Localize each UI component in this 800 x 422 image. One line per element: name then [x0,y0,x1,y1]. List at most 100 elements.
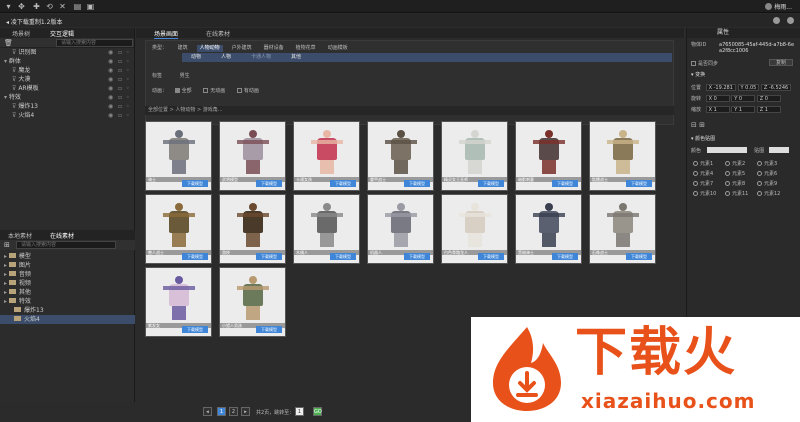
element-radio[interactable]: 元素12 [757,190,780,197]
subtype-chip[interactable]: 人物 [218,54,234,61]
eye-icon[interactable]: ◉ [108,57,113,66]
user-menu[interactable]: 梅雨... [765,2,792,11]
rot-x-input[interactable]: X 0 [705,95,730,102]
type-chip[interactable]: 器材设备 [261,45,287,52]
move-tool-icon[interactable]: ✥ [17,2,26,11]
anim-has[interactable]: 有动画 [236,88,259,94]
model-card[interactable]: 卡通女孩 下载模型 [293,121,360,191]
model-card[interactable]: 兽人战士 下载模型 [145,194,212,264]
model-thumbnail[interactable] [220,268,285,323]
download-model-button[interactable]: 下载模型 [182,326,208,333]
model-card[interactable]: 紫发女 下载模型 [145,267,212,337]
asset-tree-item[interactable]: ▸ 其他 [0,288,135,297]
model-thumbnail[interactable] [146,122,211,177]
model-card[interactable]: 重甲战士 下载模型 [367,121,434,191]
element-radio[interactable]: 元素10 [693,190,716,197]
subtype-chip[interactable]: 卡通人物 [248,54,274,61]
visibility-icon[interactable]: ◦ [126,102,130,111]
eye-icon[interactable]: ◉ [108,84,113,93]
download-model-button[interactable]: 下载模型 [626,253,652,260]
eye-icon[interactable]: ◉ [108,48,113,57]
download-model-button[interactable]: 下载模型 [256,326,282,333]
page-2-button[interactable]: 2 [229,407,238,416]
settings-icon[interactable] [787,17,794,24]
download-model-button[interactable]: 下载模型 [330,180,356,187]
model-thumbnail[interactable] [146,195,211,250]
scale-y-input[interactable]: Y 1 [731,106,756,113]
radio-icon[interactable] [693,191,698,196]
visibility-icon[interactable]: ◦ [126,111,130,120]
model-card[interactable]: 白色骨骼龙人 下载模型 [441,194,508,264]
lock-icon[interactable]: ▫ [118,93,122,102]
color-swatch[interactable] [706,147,747,153]
model-card[interactable]: 骑士 下载模型 [145,121,212,191]
reset-icon[interactable]: ⊟ [691,121,697,129]
anim-none-checkbox[interactable] [203,88,209,93]
radio-icon[interactable] [693,161,698,166]
radio-icon[interactable] [757,191,762,196]
model-thumbnail[interactable] [590,122,655,177]
radio-icon[interactable] [725,191,730,196]
lock-icon[interactable]: ▫ [118,111,122,120]
type-chip[interactable]: 建筑 [175,45,191,52]
type-chip[interactable]: 户外建筑 [229,45,255,52]
model-thumbnail[interactable] [590,195,655,250]
radio-icon[interactable] [693,181,698,186]
tab-scene-view[interactable]: 场景画面 [154,29,179,39]
asset-tree-item[interactable]: 爆炸13 [0,306,135,315]
eye-icon[interactable]: ◉ [108,75,113,84]
delete-icon[interactable]: 🗑 [4,39,13,47]
rot-y-input[interactable]: Y 0 [731,95,756,102]
tab-online-assets-center[interactable]: 在线素材 [206,29,230,38]
anim-none[interactable]: 无动画 [203,88,225,94]
visibility-icon[interactable]: ◦ [126,57,130,66]
model-card[interactable]: 武将模型 下载模型 [219,121,286,191]
download-model-button[interactable]: 下载模型 [404,180,430,187]
model-card[interactable]: 小猎人男孩 下载模型 [219,267,286,337]
radio-icon[interactable] [757,171,762,176]
tab-online-assets[interactable]: 在线素材 [50,231,74,240]
go-button[interactable]: GO [313,407,322,416]
scene-tree-item[interactable]: ▾ 群体 ◉ ▫ ◦ [0,57,134,66]
scale-icon[interactable]: ✕ [58,2,67,11]
model-thumbnail[interactable] [368,122,433,177]
lock-icon[interactable]: ▫ [118,75,122,84]
radio-icon[interactable] [757,181,762,186]
visibility-icon[interactable]: ◦ [126,75,130,84]
eye-icon[interactable]: ◉ [108,66,113,75]
asset-tree-item[interactable]: 火焰4 [0,315,135,324]
prev-page-button[interactable]: ◂ [203,407,212,416]
radio-icon[interactable] [757,161,762,166]
model-thumbnail[interactable] [294,195,359,250]
copy-button[interactable]: 复制 [769,59,794,66]
transform-section[interactable]: ▾ 变换 [691,71,705,78]
element-radio[interactable]: 元素9 [757,180,777,187]
radio-icon[interactable] [693,171,698,176]
layout-icon[interactable]: ▤ [73,2,82,11]
radio-icon[interactable] [725,181,730,186]
scene-tree-item[interactable]: ⊽ 魔龙 ◉ ▫ ◦ [0,66,134,75]
eye-icon[interactable]: ◉ [108,93,113,102]
element-radio[interactable]: 元素5 [725,170,745,177]
type-chip[interactable]: 植物花草 [293,45,319,52]
model-thumbnail[interactable] [442,195,507,250]
model-thumbnail[interactable] [294,122,359,177]
sync-checkbox[interactable] [691,61,696,66]
anim-all-checkbox[interactable] [174,88,180,93]
pos-y-input[interactable]: Y 0.05 [737,84,760,91]
download-model-button[interactable]: 下载模型 [552,180,578,187]
pos-z-input[interactable]: Z -6.5246 [760,84,792,91]
lock-icon[interactable]: ▫ [118,66,122,75]
scale-x-input[interactable]: X 1 [705,106,730,113]
next-page-button[interactable]: ▸ [241,407,250,416]
model-thumbnail[interactable] [220,195,285,250]
download-model-button[interactable]: 下载模型 [256,253,282,260]
visibility-icon[interactable]: ◦ [126,66,130,75]
scene-tree-item[interactable]: ⊽ 大漠 ◉ ▫ ◦ [0,75,134,84]
scene-search-input[interactable]: 请输入搜索内容 [56,39,133,47]
download-model-button[interactable]: 下载模型 [182,180,208,187]
download-model-button[interactable]: 下载模型 [478,180,504,187]
eye-icon[interactable]: ◉ [108,102,113,111]
model-card[interactable]: 木偶人 下载模型 [293,194,360,264]
element-radio[interactable]: 元素8 [725,180,745,187]
